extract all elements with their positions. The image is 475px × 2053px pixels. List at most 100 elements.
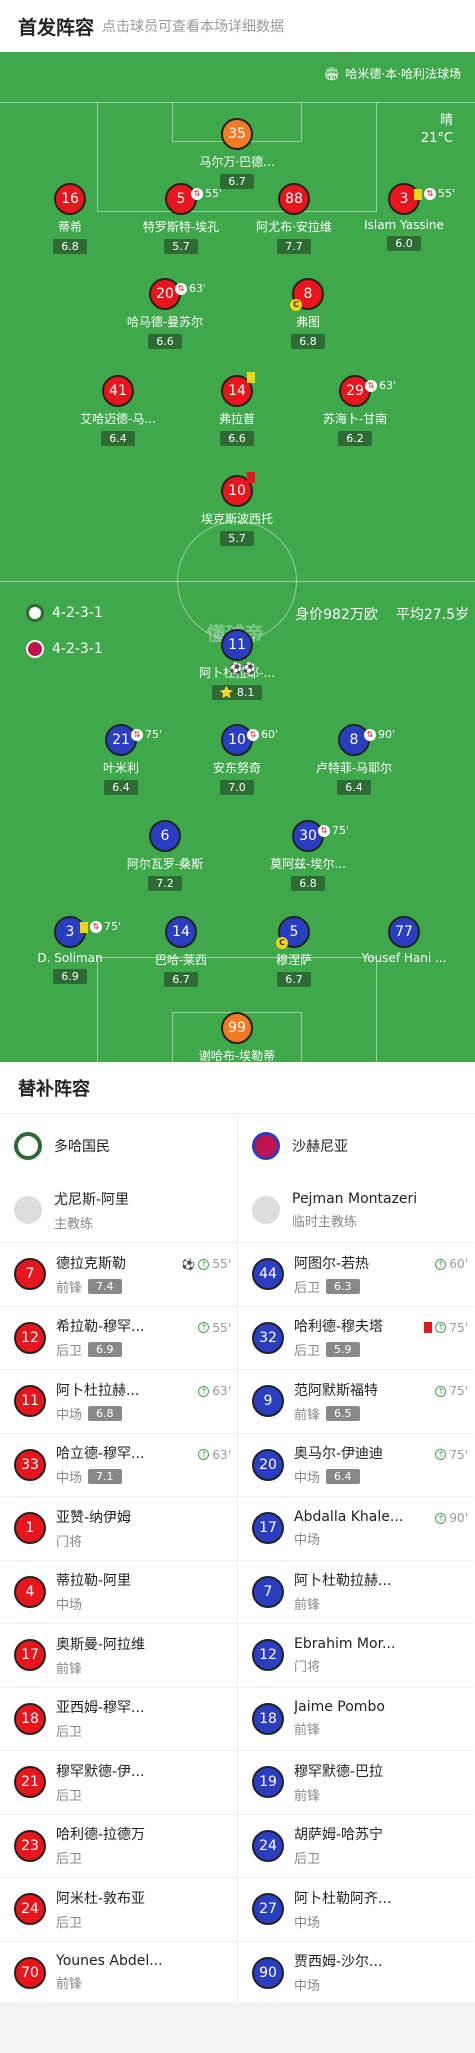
- jersey-number: 18: [14, 1702, 46, 1735]
- player-name: Ebrahim Mor...: [294, 1635, 396, 1652]
- player-home-14[interactable]: 14 弗拉普 6.6: [177, 372, 297, 446]
- player-home-16[interactable]: 16 蒂希 6.8: [10, 183, 130, 254]
- sub-row-12[interactable]: 12 希拉勒-穆罕... 后卫 6.9 ↑ 55': [0, 1305, 237, 1370]
- sub-row-18[interactable]: 18 Jaime Pombo 前锋: [238, 1686, 474, 1751]
- sub-row-44[interactable]: 44 阿图尔-若热 后卫 6.3 ↑ 60': [238, 1242, 474, 1306]
- player-name: 弗拉普: [218, 412, 255, 426]
- player-name: 亚赞-纳伊姆: [56, 1509, 132, 1526]
- player-name: 蒂希: [57, 220, 82, 234]
- sub-row-7[interactable]: 7 德拉克斯勒 前锋 7.4 ⚽ ↑ 55': [0, 1242, 237, 1306]
- sub-row-12[interactable]: 12 Ebrahim Mor... 门将: [238, 1623, 474, 1687]
- jersey-number: 24: [14, 1893, 46, 1926]
- player-home-35[interactable]: 35 马尔万·巴德... 6.7: [177, 118, 297, 189]
- away-team-row[interactable]: 沙赫尼亚: [238, 1114, 474, 1178]
- player-position: 中场: [56, 1407, 83, 1423]
- substitution-out-icon: ⇅: [424, 188, 436, 200]
- sub-row-19[interactable]: 19 穆罕默德-巴拉 前锋: [238, 1750, 474, 1814]
- player-away-3[interactable]: 3 ⇅ 75' D. Soliman 6.9: [10, 916, 130, 984]
- sub-row-23[interactable]: 23 哈利德-拉德万 后卫: [0, 1813, 237, 1878]
- sub-row-24[interactable]: 24 胡萨姆-哈苏宁 后卫: [238, 1813, 474, 1878]
- player-home-8[interactable]: 8 C 弗图 6.8: [248, 278, 368, 349]
- sub-event: ↑ 55': [198, 1321, 231, 1335]
- player-events: ⇅ 55': [191, 180, 222, 208]
- jersey-number: 77: [388, 916, 420, 948]
- sub-row-27[interactable]: 27 阿卜杜勒阿齐... 中场: [238, 1877, 474, 1941]
- jersey-number: 16: [54, 183, 86, 215]
- player-name: 艾哈迈德-马...: [80, 412, 156, 426]
- player-home-5[interactable]: 5 ⇅ 55' 特罗斯特-埃孔 5.7: [121, 183, 241, 254]
- jersey-number: 1: [14, 1512, 46, 1545]
- sub-row-1[interactable]: 1 亚赞-纳伊姆 门将: [0, 1496, 237, 1560]
- sub-row-9[interactable]: 9 范阿默斯福特 前锋 6.5 ↑ 75': [238, 1369, 474, 1433]
- player-name: 穆罕默德-伊...: [56, 1763, 145, 1780]
- player-home-88[interactable]: 88 阿尤布·安拉维 7.7: [234, 183, 354, 254]
- player-position: 中场: [56, 1598, 83, 1614]
- sub-row-70[interactable]: 70 Younes Abdel... 前锋: [0, 1940, 237, 2005]
- sub-row-18[interactable]: 18 亚西姆-穆罕... 后卫: [0, 1686, 237, 1751]
- player-away-14[interactable]: 14 巴哈-莱西 6.7: [121, 916, 241, 987]
- captain-icon: C: [276, 937, 288, 949]
- player-home-29[interactable]: 29 ⇅ 63' 苏海卜-甘南 6.2: [295, 375, 415, 446]
- player-away-11[interactable]: 11 ⚽⚽ 阿卜杜拉耶-... ⭐ 8.1: [177, 629, 297, 700]
- player-away-5[interactable]: 5 C 穆涅萨 6.7: [234, 916, 354, 987]
- player-away-10[interactable]: 10 ⇅ 60' 安东努奇 7.0: [177, 724, 297, 795]
- player-rating: 7.2: [148, 876, 182, 891]
- player-name: D. Soliman: [37, 951, 103, 965]
- player-position: 前锋: [294, 1598, 321, 1614]
- player-events: [247, 472, 255, 483]
- player-away-30[interactable]: 30 ⇅ 75' 莫阿兹-埃尔... 6.8: [248, 820, 368, 891]
- player-rating: 6.8: [53, 239, 87, 254]
- home-team-row[interactable]: 多哈国民: [0, 1114, 237, 1178]
- sub-row-17[interactable]: 17 Abdalla Khale... 中场 ↑ 90': [238, 1496, 474, 1560]
- player-name: 哈立德-穆罕...: [56, 1446, 145, 1463]
- player-home-20[interactable]: 20 ⇅ 63' 哈马德-曼苏尔 6.6: [105, 278, 225, 349]
- home-coach[interactable]: 尤尼斯-阿里 主教练: [0, 1178, 237, 1242]
- sub-row-17[interactable]: 17 奥斯曼-阿拉维 前锋: [0, 1623, 237, 1687]
- player-home-10[interactable]: 10 埃克斯波西托 5.7: [177, 472, 297, 546]
- jersey-number: 41: [102, 375, 134, 407]
- sub-row-11[interactable]: 11 阿卜杜拉赫... 中场 6.8 ↑ 63': [0, 1369, 237, 1433]
- page-subtitle: 点击球员可查看本场详细数据: [102, 19, 285, 35]
- player-home-3[interactable]: 3 ⇅ 55' Islam Yassine 6.0: [344, 183, 464, 251]
- sub-event: ↑ 75': [435, 1448, 468, 1462]
- player-name: 弗图: [295, 315, 320, 329]
- sub-row-7[interactable]: 7 阿卜杜勒拉赫... 前锋: [238, 1559, 474, 1624]
- sub-row-4[interactable]: 4 蒂拉勒-阿里 中场: [0, 1559, 237, 1624]
- jersey-number: 44: [252, 1258, 284, 1291]
- sub-row-20[interactable]: 20 奥马尔-伊迪迪 中场 6.4 ↑ 75': [238, 1432, 474, 1497]
- jersey-number: 17: [14, 1639, 46, 1672]
- substitutes-section: 替补阵容 多哈国民 尤尼斯-阿里 主教练 7 德拉克斯勒 前锋 7.4 ⚽ ↑ 55' 12 希拉…: [0, 1062, 475, 2002]
- player-name: 哈利德-拉德万: [56, 1827, 146, 1844]
- player-rating: 7.0: [220, 780, 254, 795]
- lineup-header: 首发阵容 点击球员可查看本场详细数据: [0, 0, 475, 52]
- coach-avatar-icon: [252, 1196, 280, 1224]
- sub-row-24[interactable]: 24 阿米杜-敦布亚 后卫: [0, 1877, 237, 1941]
- jersey-number: 5 ⇅ 55': [165, 183, 222, 215]
- jersey-number: 21 ⇅ 75': [105, 724, 162, 756]
- player-events: ⇅ 75': [80, 913, 121, 941]
- player-name: 巴哈-莱西: [154, 953, 208, 967]
- player-away-6[interactable]: 6 阿尔瓦罗-桑斯 7.2: [105, 820, 225, 891]
- player-away-99[interactable]: 99谢哈布-埃勒蒂6.4: [177, 1012, 297, 1062]
- jersey-number: 8C: [290, 278, 324, 311]
- sub-row-32[interactable]: 32 哈利德-穆夫塔 后卫 5.9 ↑ 75': [238, 1305, 474, 1370]
- player-rating: 6.4: [104, 780, 138, 795]
- player-position: 后卫: [56, 1344, 83, 1360]
- goals-icon: ⚽⚽: [229, 662, 257, 675]
- sub-row-90[interactable]: 90 贾西姆-沙尔... 中场: [238, 1940, 474, 2005]
- jersey-number: 3 ⇅ 75': [54, 916, 121, 948]
- player-name: 马尔万·巴德...: [199, 155, 275, 169]
- player-name: 阿图尔-若热: [294, 1255, 370, 1272]
- jersey-number: 18: [252, 1702, 284, 1735]
- player-home-41[interactable]: 41 艾哈迈德-马... 6.4: [58, 375, 178, 446]
- sub-row-21[interactable]: 21 穆罕默德-伊... 后卫: [0, 1750, 237, 1814]
- player-position: 中场: [294, 1532, 321, 1548]
- player-position: 前锋: [294, 1723, 321, 1739]
- player-name: 穆涅萨: [275, 953, 312, 967]
- player-away-21[interactable]: 21 ⇅ 75' 叶米利 6.4: [61, 724, 181, 795]
- player-away-77[interactable]: 77 Yousef Hani ...: [344, 916, 464, 965]
- away-coach[interactable]: Pejman Montazeri 临时主教练: [238, 1178, 474, 1242]
- sub-row-33[interactable]: 33 哈立德-穆罕... 中场 7.1 ↑ 63': [0, 1432, 237, 1497]
- player-away-8[interactable]: 8 ⇅ 90' 卢特菲-马耶尔 6.4: [294, 724, 414, 795]
- player-position: 门将: [294, 1659, 321, 1675]
